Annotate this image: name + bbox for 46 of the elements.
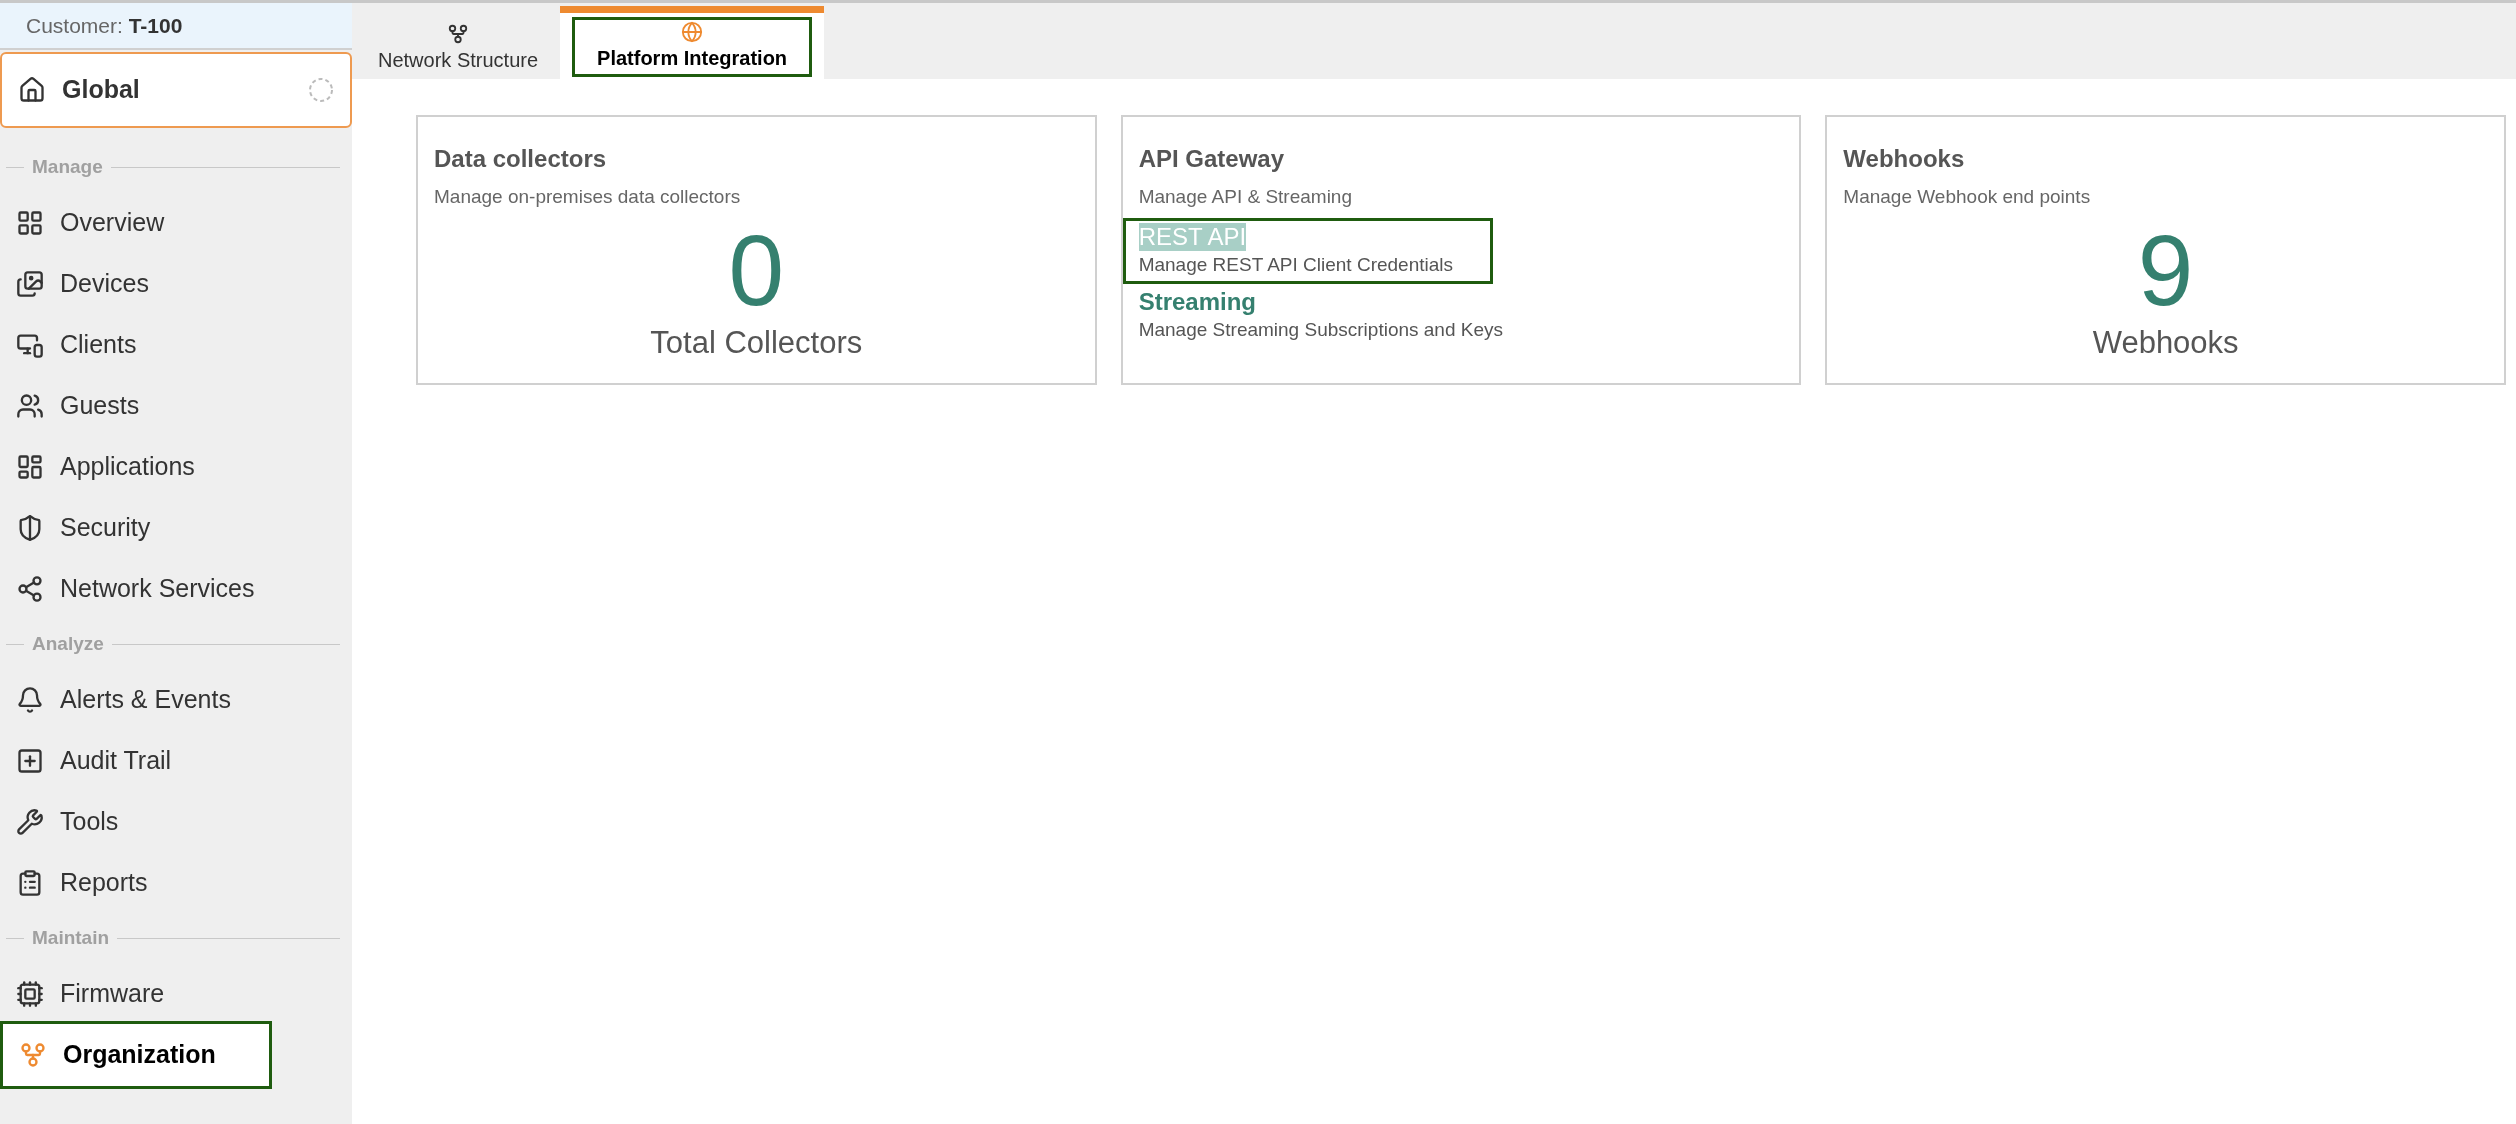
grid-icon <box>16 208 44 237</box>
tab[interactable]: Network Structure <box>374 6 543 79</box>
wrench-icon <box>16 807 44 836</box>
card-subtitle: Manage API & Streaming <box>1138 185 1353 209</box>
sidebar-item[interactable]: Firmware <box>0 968 165 1019</box>
card-subtitle: Manage Webhook end points <box>1843 185 2092 209</box>
sidebar-item[interactable]: Audit Trail <box>0 735 172 786</box>
home-icon <box>18 76 46 104</box>
tiles-icon <box>16 452 44 481</box>
card-title: API Gateway <box>1138 144 1286 174</box>
sidebar-item[interactable]: Devices <box>0 258 149 309</box>
sidebar-item[interactable]: Clients <box>0 319 137 370</box>
card-subtitle: Manage on-premises data collectors <box>434 185 742 209</box>
section-header: Maintain <box>32 925 110 950</box>
count-label: Total Collectors <box>650 323 863 362</box>
link[interactable]: Streaming <box>1138 288 1257 316</box>
customer-bar: Customer: T-100 <box>0 3 352 50</box>
stacked-squares-icon <box>16 269 44 298</box>
hierarchy-icon <box>447 23 470 45</box>
sidebar-item[interactable]: Overview <box>0 197 165 248</box>
sidebar-item[interactable]: Guests <box>0 380 140 431</box>
count-value: 9 <box>2137 219 2194 320</box>
sidebar-item[interactable]: Alerts & Events <box>0 674 231 725</box>
link-description: Manage REST API Client Credentials <box>1138 252 1455 277</box>
count-value: 0 <box>728 219 785 320</box>
people-icon <box>16 391 44 420</box>
chip-icon <box>16 979 44 1008</box>
count-label: Webhooks <box>2092 323 2239 362</box>
square-plus-icon <box>16 746 44 775</box>
section-header: Manage <box>32 154 103 179</box>
bell-icon <box>16 685 44 714</box>
sidebar-item[interactable]: Tools <box>0 796 119 847</box>
card-title: Data collectors <box>434 144 608 174</box>
hierarchy-icon <box>19 1040 47 1069</box>
tab[interactable]: Platform Integration <box>560 6 825 79</box>
globe-icon <box>681 21 704 43</box>
sidebar-item[interactable]: Security <box>0 502 151 553</box>
section-header: Analyze <box>32 631 104 656</box>
nodes-icon <box>16 574 44 603</box>
link-description: Manage Streaming Subscriptions and Keys <box>1138 318 1505 342</box>
sidebar-item[interactable]: Reports <box>0 857 148 908</box>
sidebar-item[interactable]: Network Services <box>0 563 255 614</box>
sidebar-item[interactable]: Applications <box>0 441 195 492</box>
card-title: Webhooks <box>1843 144 1966 174</box>
sidebar-item[interactable]: Organization <box>0 1020 272 1089</box>
scope-selector[interactable]: Global <box>0 52 352 128</box>
